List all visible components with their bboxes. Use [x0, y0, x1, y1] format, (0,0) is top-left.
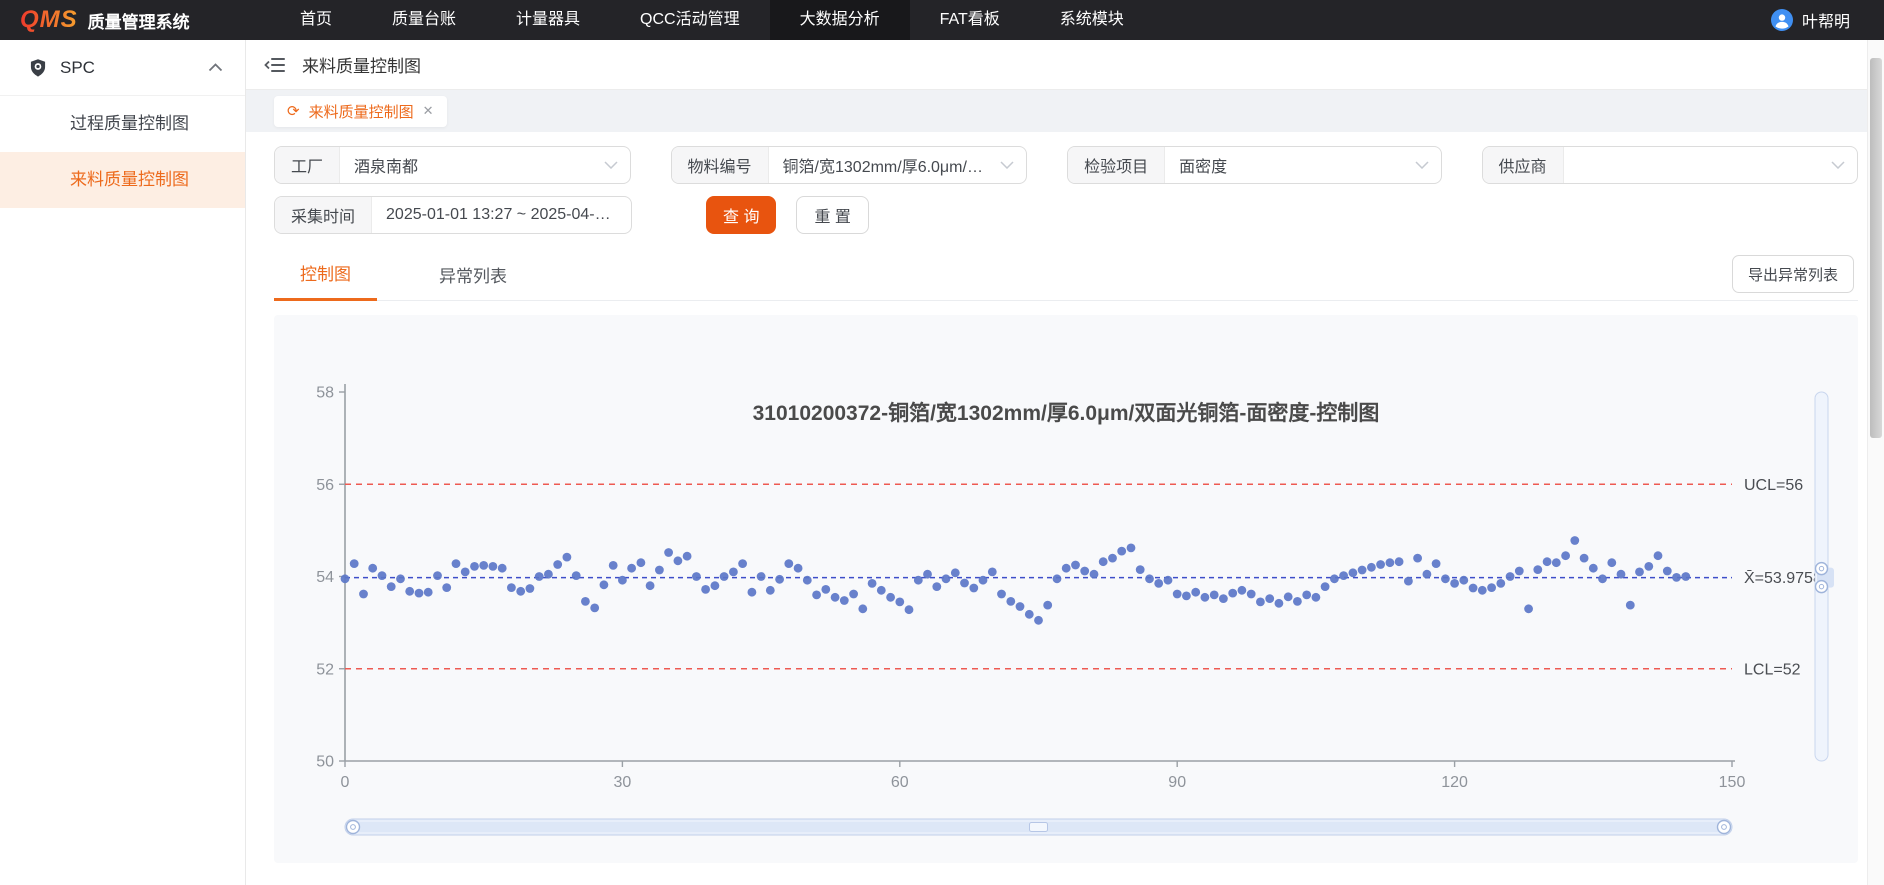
- chart-tabs-row: 控制图 异常列表 导出异常列表: [274, 250, 1858, 301]
- collect-time-range-picker[interactable]: 采集时间 2025-01-01 13:27 ~ 2025-04-30 13:27: [274, 196, 632, 234]
- factory-label: 工厂: [275, 147, 340, 183]
- scatter-points: [341, 536, 1691, 625]
- collect-time-value: 2025-01-01 13:27 ~ 2025-04-30 13:27: [372, 206, 631, 224]
- inspection-item-label: 检验项目: [1068, 147, 1165, 183]
- main-area: 来料质量控制图 ⟳ 来料质量控制图 ✕ 工厂 酒泉南都 物料编号 铜箔/宽130…: [246, 40, 1884, 885]
- filter-row-2: 采集时间 2025-01-01 13:27 ~ 2025-04-30 13:27…: [274, 196, 1858, 234]
- nav-menu: 首页 质量台账 计量器具 QCC活动管理 大数据分析 FAT看板 系统模块: [270, 0, 1154, 40]
- control-chart-svg: 50525456580306090120150UCL=56X̄=53.97582…: [274, 336, 1854, 858]
- window-scrollbar[interactable]: [1867, 40, 1884, 885]
- sidebar-item-process-quality-control-chart[interactable]: 过程质量控制图: [0, 96, 245, 152]
- x-datazoom-slider[interactable]: [345, 819, 1732, 835]
- svg-text:120: 120: [1441, 774, 1468, 791]
- material-code-select[interactable]: 物料编号 铜箔/宽1302mm/厚6.0μm/双面光...: [671, 146, 1028, 184]
- sidebar: SPC 过程质量控制图 来料质量控制图: [0, 40, 246, 885]
- nav-item-home[interactable]: 首页: [270, 0, 362, 40]
- username: 叶帮明: [1802, 8, 1850, 32]
- nav-item-system-module[interactable]: 系统模块: [1030, 0, 1154, 40]
- user-avatar-icon: [1771, 9, 1793, 31]
- menu-fold-icon[interactable]: [264, 56, 286, 74]
- y-datazoom-slider[interactable]: [1815, 392, 1834, 761]
- user-area[interactable]: 叶帮明: [1771, 8, 1850, 32]
- top-navbar: QMS 质量管理系统 首页 质量台账 计量器具 QCC活动管理 大数据分析 FA…: [0, 0, 1884, 40]
- caret-up-icon: [208, 63, 223, 72]
- chevron-down-icon: [1000, 161, 1014, 169]
- svg-text:52: 52: [316, 661, 334, 678]
- supplier-select[interactable]: 供应商: [1482, 146, 1858, 184]
- svg-text:50: 50: [316, 754, 334, 771]
- factory-select[interactable]: 工厂 酒泉南都: [274, 146, 631, 184]
- qms-logo-icon: QMS: [20, 6, 78, 34]
- reset-button[interactable]: 重 置: [796, 196, 868, 234]
- tab-chip-incoming-quality[interactable]: ⟳ 来料质量控制图 ✕: [274, 96, 447, 127]
- inspection-item-value: 面密度: [1165, 153, 1414, 177]
- sidebar-group-label: SPC: [60, 58, 95, 78]
- scrollbar-thumb[interactable]: [1870, 58, 1882, 438]
- sidebar-item-incoming-quality-control-chart[interactable]: 来料质量控制图: [0, 152, 245, 208]
- content-panel: 工厂 酒泉南都 物料编号 铜箔/宽1302mm/厚6.0μm/双面光... 检验…: [246, 132, 1884, 885]
- svg-text:0: 0: [341, 774, 350, 791]
- control-chart-card: 31010200372-铜箔/宽1302mm/厚6.0μm/双面光铜箔-面密度-…: [274, 315, 1858, 863]
- nav-item-qcc-activity[interactable]: QCC活动管理: [610, 0, 770, 40]
- open-tabs-strip: ⟳ 来料质量控制图 ✕: [246, 90, 1884, 132]
- chevron-down-icon: [1415, 161, 1429, 169]
- nav-item-fat-board[interactable]: FAT看板: [910, 0, 1030, 40]
- collect-time-label: 采集时间: [275, 197, 372, 233]
- chevron-down-icon: [604, 161, 618, 169]
- nav-item-big-data-analysis[interactable]: 大数据分析: [770, 0, 910, 40]
- shield-icon: [28, 58, 48, 78]
- svg-text:58: 58: [316, 385, 334, 402]
- tab-control-chart[interactable]: 控制图: [274, 250, 377, 301]
- inspection-item-select[interactable]: 检验项目 面密度: [1067, 146, 1441, 184]
- svg-text:56: 56: [316, 477, 334, 494]
- page-header: 来料质量控制图: [246, 40, 1884, 90]
- refresh-icon[interactable]: ⟳: [287, 102, 300, 120]
- page-title: 来料质量控制图: [302, 52, 421, 77]
- nav-item-measuring-instrument[interactable]: 计量器具: [486, 0, 610, 40]
- svg-text:90: 90: [1168, 774, 1186, 791]
- export-abnormal-list-button[interactable]: 导出异常列表: [1732, 255, 1854, 293]
- factory-value: 酒泉南都: [340, 153, 604, 177]
- supplier-label: 供应商: [1483, 147, 1564, 183]
- search-button[interactable]: 查 询: [706, 196, 776, 234]
- svg-text:UCL=56: UCL=56: [1744, 477, 1803, 494]
- svg-text:30: 30: [614, 774, 632, 791]
- chevron-down-icon: [1831, 161, 1845, 169]
- sidebar-group-spc[interactable]: SPC: [0, 40, 245, 96]
- material-code-value: 铜箔/宽1302mm/厚6.0μm/双面光...: [769, 153, 1001, 177]
- app-logo: QMS 质量管理系统: [20, 6, 250, 34]
- close-icon[interactable]: ✕: [423, 103, 434, 119]
- material-code-label: 物料编号: [672, 147, 769, 183]
- app-title: 质量管理系统: [88, 8, 190, 33]
- nav-item-quality-ledger[interactable]: 质量台账: [362, 0, 486, 40]
- svg-text:150: 150: [1719, 774, 1746, 791]
- tab-abnormal-list[interactable]: 异常列表: [413, 252, 533, 300]
- tab-chip-label: 来料质量控制图: [309, 101, 414, 122]
- svg-text:LCL=52: LCL=52: [1744, 661, 1801, 678]
- filter-row-1: 工厂 酒泉南都 物料编号 铜箔/宽1302mm/厚6.0μm/双面光... 检验…: [274, 146, 1858, 184]
- svg-text:54: 54: [316, 569, 334, 586]
- svg-text:60: 60: [891, 774, 909, 791]
